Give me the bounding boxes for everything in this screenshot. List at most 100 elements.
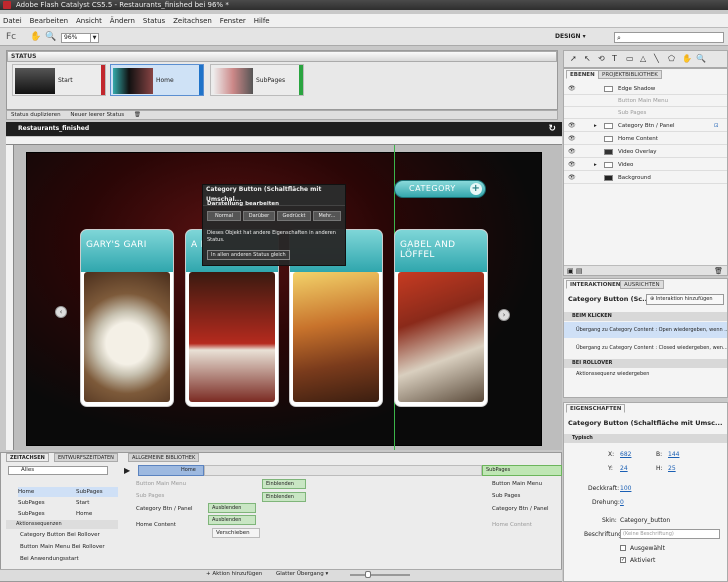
selected-checkbox[interactable]	[620, 545, 626, 551]
layer-row[interactable]: 👁 ▸ Category Btn / Panel ⊡	[564, 120, 727, 132]
direct-select-icon[interactable]: ↖	[584, 54, 591, 63]
layer-row[interactable]: Sub Pages	[564, 107, 727, 119]
new-layer-icon[interactable]: ▣	[567, 267, 574, 275]
eye-icon[interactable]: 👁	[568, 159, 576, 171]
menu-ansicht[interactable]: Ansicht	[73, 14, 105, 28]
zoom-icon[interactable]: 🔍	[45, 32, 56, 42]
select-tool-icon[interactable]: ➚	[570, 54, 577, 63]
action-sequence-item[interactable]: Bei Anwendungsstart	[20, 554, 79, 564]
layer-row[interactable]: 👁 Home Content	[564, 133, 727, 145]
menu-zeitachsen[interactable]: Zeitachsen	[170, 14, 215, 28]
state-more-button[interactable]: Mehr...	[313, 211, 341, 221]
workspace-switcher[interactable]: DESIGN ▾	[555, 33, 586, 40]
fade-out-effect[interactable]: Ausblenden	[208, 503, 256, 513]
eye-icon[interactable]: 👁	[568, 172, 576, 184]
eye-icon[interactable]: 👁	[568, 120, 576, 132]
section-common[interactable]: Typisch	[564, 434, 727, 443]
height-field[interactable]: 25	[668, 465, 676, 472]
state-down-button[interactable]: Gedrückt	[277, 211, 311, 221]
refresh-icon[interactable]: ↻	[548, 122, 556, 136]
zoom-tool-icon[interactable]: 🔍	[696, 54, 706, 63]
state-home[interactable]: Home	[110, 64, 204, 96]
smooth-transition-button[interactable]: Glatter Übergang ▾	[276, 569, 328, 579]
y-field[interactable]: 24	[620, 465, 628, 472]
skin-value[interactable]: Category_button	[620, 517, 670, 524]
restaurant-card-1[interactable]: GARY'S GARI	[80, 229, 174, 407]
expand-icon[interactable]: ▸	[594, 120, 597, 132]
section-on-rollover[interactable]: BEI ROLLOVER	[564, 359, 727, 368]
layer-row[interactable]: Button Main Menu	[564, 95, 727, 107]
new-sublayer-icon[interactable]: ▤	[576, 267, 583, 275]
polygon-tool-icon[interactable]: △	[640, 54, 646, 63]
timeline-filter-select[interactable]: Alles	[8, 466, 108, 475]
layer-row[interactable]: 👁 Edge Shadow	[564, 83, 727, 95]
eye-icon[interactable]: 👁	[568, 146, 576, 158]
action-sequence-item[interactable]: Category Button Bei Rollover	[20, 530, 100, 540]
duplicate-state-button[interactable]: Status duplizieren	[7, 111, 65, 119]
trash-icon[interactable]: 🗑	[130, 111, 145, 119]
state-start[interactable]: Start	[12, 64, 106, 96]
opacity-field[interactable]: 100	[620, 485, 631, 492]
category-button[interactable]: CATEGORY +	[394, 180, 486, 198]
layer-row[interactable]: 👁 ▸ Video	[564, 159, 727, 171]
add-action-button[interactable]: + Aktion hinzufügen	[206, 569, 262, 579]
nav-left-button[interactable]: ‹	[55, 306, 67, 318]
tab-interactions[interactable]: INTERAKTIONEN	[566, 280, 625, 289]
track-label[interactable]: Category Btn / Panel	[136, 504, 192, 514]
shape-tool-icon[interactable]: ⬠	[668, 54, 675, 63]
tab-common-library[interactable]: ALLGEMEINE BIBLIOTHEK	[128, 453, 200, 462]
fade-out-effect[interactable]: Ausblenden	[208, 515, 256, 525]
layer-row[interactable]: 👁 Background	[564, 172, 727, 184]
eye-icon[interactable]: 👁	[568, 133, 576, 145]
state-subpages[interactable]: SubPages	[210, 64, 304, 96]
add-interaction-button[interactable]: ⊕ Interaktion hinzufügen	[646, 294, 724, 305]
label-input[interactable]: (Keine Beschriftung)	[620, 529, 720, 539]
move-effect[interactable]: Verschieben	[212, 528, 260, 538]
action-sequences-section[interactable]: Aktionssequenzen	[6, 520, 118, 529]
layer-row[interactable]: 👁 Video Overlay	[564, 146, 727, 158]
transform-icon[interactable]: ⟲	[598, 54, 605, 63]
interaction-item[interactable]: Übergang zu Category Content : Open wied…	[564, 322, 727, 338]
transition-row[interactable]: SubPages Start	[18, 498, 118, 508]
interaction-item[interactable]: Aktionssequenz wiedergeben	[576, 371, 649, 377]
tab-properties[interactable]: EIGENSCHAFTEN	[566, 404, 626, 413]
track-label[interactable]: Sub Pages	[136, 491, 164, 501]
tab-design-time-data[interactable]: ENTWURFSZEITDATEN	[54, 453, 118, 462]
play-icon[interactable]: ▶	[124, 466, 130, 475]
tab-timelines[interactable]: ZEITACHSEN	[6, 453, 49, 462]
restaurant-card-4[interactable]: GABEL AND LÖFFEL	[394, 229, 488, 407]
section-on-click[interactable]: BEIM KLICKEN	[564, 312, 727, 321]
rectangle-tool-icon[interactable]: ▭	[626, 54, 634, 63]
transition-row[interactable]: SubPages Home	[18, 509, 118, 519]
make-same-all-states-button[interactable]: In allen anderen Status gleich	[207, 250, 290, 260]
new-empty-state-button[interactable]: Neuer leerer Status	[66, 111, 128, 119]
hand-tool-icon[interactable]: ✋	[682, 54, 692, 63]
fade-in-effect[interactable]: Einblenden	[262, 479, 306, 489]
menu-datei[interactable]: Datei	[0, 14, 25, 28]
text-tool-icon[interactable]: T	[612, 54, 617, 63]
enabled-checkbox[interactable]: ✓	[620, 557, 626, 563]
tab-align[interactable]: AUSRICHTEN	[620, 280, 664, 289]
menu-fenster[interactable]: Fenster	[217, 14, 249, 28]
eye-icon[interactable]: 👁	[568, 83, 576, 95]
hand-icon[interactable]: ✋	[30, 32, 41, 42]
zoom-select[interactable]: 96% ▼	[61, 33, 99, 43]
menu-status[interactable]: Status	[140, 14, 168, 28]
state-over-button[interactable]: Darüber	[243, 211, 275, 221]
timeline-zoom-slider[interactable]	[350, 574, 410, 576]
interaction-item[interactable]: Übergang zu Category Content : Closed wi…	[564, 340, 727, 356]
menu-hilfe[interactable]: Hilfe	[251, 14, 273, 28]
nav-right-button[interactable]: ›	[498, 309, 510, 321]
slider-handle[interactable]	[365, 571, 371, 578]
menu-aendern[interactable]: Ändern	[107, 14, 138, 28]
track-label[interactable]: Home Content	[136, 520, 176, 530]
track-label[interactable]: Button Main Menu	[136, 479, 186, 489]
tab-project-library[interactable]: PROJEKTBIBLIOTHEK	[598, 70, 662, 79]
trash-icon[interactable]: 🗑	[714, 266, 723, 276]
transition-row[interactable]: Home SubPages	[18, 487, 118, 497]
line-tool-icon[interactable]: ╲	[654, 54, 659, 63]
action-sequence-item[interactable]: Button Main Menu Bei Rollover	[20, 542, 105, 552]
rotation-field[interactable]: 0	[620, 499, 624, 506]
tab-layers[interactable]: EBENEN	[566, 70, 599, 79]
menu-bearbeiten[interactable]: Bearbeiten	[27, 14, 71, 28]
